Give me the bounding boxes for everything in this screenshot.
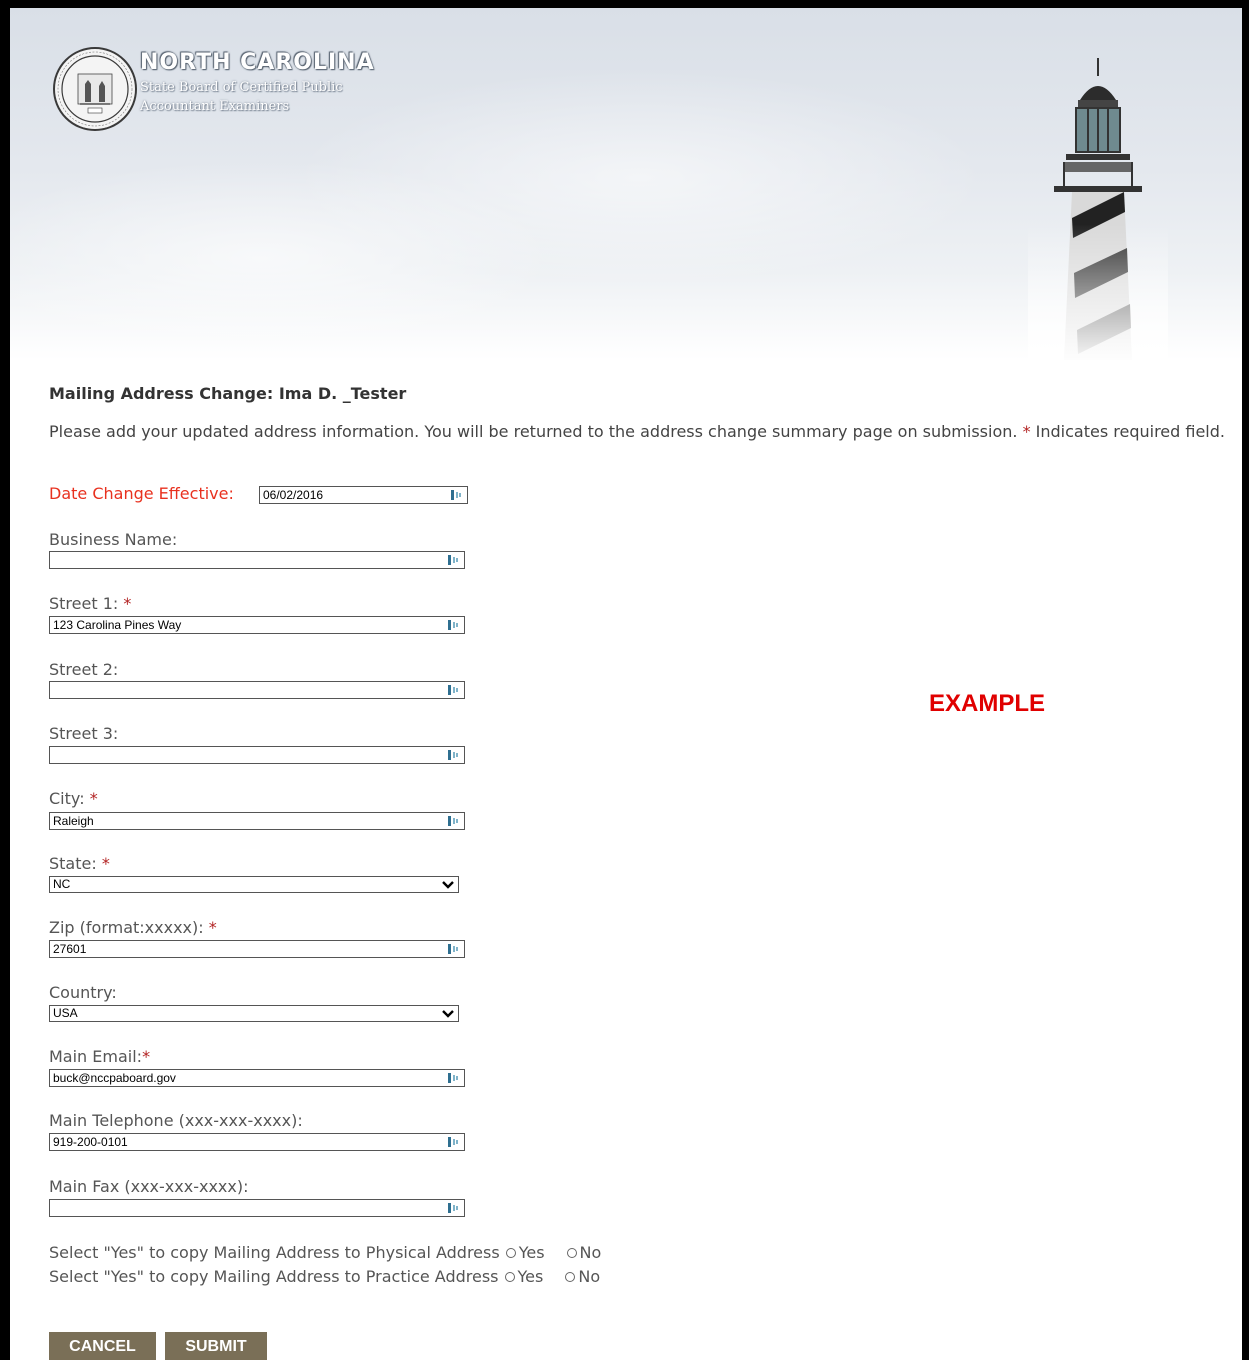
business-name-input[interactable] [49, 551, 465, 569]
street3-input[interactable] [49, 746, 465, 764]
business-name-label: Business Name: [49, 530, 178, 549]
street1-label-text: Street 1: [49, 594, 119, 613]
autofill-icon[interactable] [448, 554, 460, 566]
date-effective-value: 06/02/2016 [263, 488, 324, 502]
fax-label: Main Fax (xxx-xxx-xxxx): [49, 1177, 249, 1196]
state-label: State: * [49, 854, 110, 873]
country-label: Country: [49, 983, 117, 1002]
state-label-text: State: [49, 854, 97, 873]
street1-value: 123 Carolina Pines Way [53, 618, 182, 632]
page-title: Mailing Address Change: Ima D. _Tester [49, 384, 407, 403]
yes-label: Yes [518, 1243, 545, 1262]
city-label: City: * [49, 789, 98, 808]
email-value: buck@nccpaboard.gov [53, 1071, 176, 1085]
autofill-icon[interactable] [448, 619, 460, 631]
required-marker: * [142, 1047, 151, 1066]
copy-practice-label: Select "Yes" to copy Mailing Address to … [49, 1267, 499, 1286]
required-marker: * [89, 789, 98, 808]
email-label: Main Email:* [49, 1047, 150, 1066]
street2-label: Street 2: [49, 660, 119, 679]
state-selected-value: NC [53, 877, 71, 891]
email-label-text: Main Email: [49, 1047, 143, 1066]
instructions-text: Please add your updated address informat… [49, 422, 1018, 441]
autofill-icon[interactable] [451, 489, 463, 501]
telephone-value: 919-200-0101 [53, 1135, 128, 1149]
yes-label: Yes [517, 1267, 544, 1286]
telephone-label: Main Telephone (xxx-xxx-xxxx): [49, 1111, 303, 1130]
required-note: Indicates required field. [1035, 422, 1225, 441]
required-marker: * [123, 594, 132, 613]
no-label: No [579, 1243, 602, 1262]
autofill-icon[interactable] [448, 749, 460, 761]
copy-physical-row: Select "Yes" to copy Mailing Address to … [49, 1243, 601, 1262]
copy-practice-no-radio[interactable] [565, 1271, 576, 1282]
required-marker: * [101, 854, 110, 873]
cancel-button[interactable]: CANCEL [49, 1332, 156, 1360]
street2-input[interactable] [49, 681, 465, 699]
copy-practice-yes-radio[interactable] [504, 1271, 515, 1282]
zip-value: 27601 [53, 942, 87, 956]
no-label: No [578, 1267, 601, 1286]
street3-label: Street 3: [49, 724, 119, 743]
fax-input[interactable] [49, 1199, 465, 1217]
autofill-icon[interactable] [448, 1072, 460, 1084]
autofill-icon[interactable] [448, 684, 460, 696]
instructions: Please add your updated address informat… [49, 422, 1229, 442]
city-input[interactable]: Raleigh [49, 812, 465, 830]
city-value: Raleigh [53, 814, 94, 828]
autofill-icon[interactable] [448, 1136, 460, 1148]
zip-label-text: Zip (format:xxxxx): [49, 918, 204, 937]
required-marker: * [1022, 422, 1031, 441]
zip-input[interactable]: 27601 [49, 940, 465, 958]
state-select[interactable]: NC [49, 876, 459, 893]
telephone-input[interactable]: 919-200-0101 [49, 1133, 465, 1151]
chevron-down-icon [442, 881, 454, 889]
email-input[interactable]: buck@nccpaboard.gov [49, 1069, 465, 1087]
zip-label: Zip (format:xxxxx): * [49, 918, 217, 937]
copy-practice-row: Select "Yes" to copy Mailing Address to … [49, 1267, 600, 1286]
date-effective-input[interactable]: 06/02/2016 [259, 486, 468, 504]
copy-physical-yes-radio[interactable] [505, 1247, 516, 1258]
street1-input[interactable]: 123 Carolina Pines Way [49, 616, 465, 634]
autofill-icon[interactable] [448, 815, 460, 827]
page-frame: NORTH CAROLINA State Board of Certified … [10, 8, 1242, 1360]
copy-physical-label: Select "Yes" to copy Mailing Address to … [49, 1243, 500, 1262]
submit-button[interactable]: SUBMIT [165, 1332, 267, 1360]
copy-physical-no-radio[interactable] [566, 1247, 577, 1258]
country-select[interactable]: USA [49, 1005, 459, 1022]
autofill-icon[interactable] [448, 943, 460, 955]
date-effective-label: Date Change Effective: [49, 484, 234, 503]
chevron-down-icon [442, 1010, 454, 1018]
city-label-text: City: [49, 789, 85, 808]
required-marker: * [208, 918, 217, 937]
country-selected-value: USA [53, 1006, 78, 1020]
example-watermark: EXAMPLE [929, 690, 1046, 717]
autofill-icon[interactable] [448, 1202, 460, 1214]
street1-label: Street 1: * [49, 594, 131, 613]
